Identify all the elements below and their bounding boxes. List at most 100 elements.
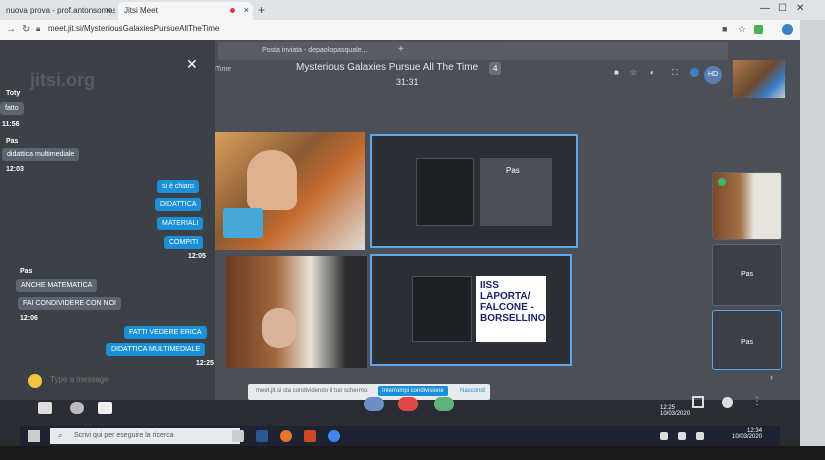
word-icon[interactable] bbox=[256, 430, 268, 442]
shared-screen-tile[interactable]: Pas bbox=[370, 134, 578, 248]
profile-avatar[interactable] bbox=[782, 24, 793, 35]
chat-message: ANCHE MATEMATICA bbox=[16, 279, 98, 292]
star-icon[interactable]: ☆ bbox=[738, 24, 746, 35]
raise-hand-icon[interactable] bbox=[70, 402, 84, 414]
chevron-right-icon[interactable]: › bbox=[770, 372, 773, 382]
back-icon[interactable]: → bbox=[6, 24, 16, 35]
recording-dot-icon bbox=[230, 8, 235, 13]
hangup-button[interactable] bbox=[398, 397, 418, 411]
msg-time: 12:25 bbox=[196, 360, 214, 367]
chat-message: DIDATTICA MULTIMEDIALE bbox=[106, 343, 206, 356]
close-icon[interactable]: × bbox=[244, 5, 249, 15]
msg-sender: Pas bbox=[6, 138, 19, 145]
msg-time: 12:03 bbox=[6, 166, 24, 173]
fullscreen-icon[interactable]: ⛶ bbox=[672, 68, 678, 78]
desktop-screen: nuova prova - prof.antonsomasi... × Jits… bbox=[0, 0, 825, 460]
taskbar-clock[interactable]: 12:34 10/03/2020 bbox=[732, 428, 762, 440]
chat-message: FAI CONDIVIDERE CON NOI bbox=[18, 297, 121, 310]
volume-icon[interactable] bbox=[696, 432, 704, 440]
local-video-thumbnail[interactable] bbox=[733, 60, 785, 98]
participant-face bbox=[247, 150, 297, 210]
chrome-icon[interactable] bbox=[328, 430, 340, 442]
hide-notice-button[interactable]: Nascondi bbox=[460, 388, 485, 394]
lock-icon: 🔒︎ bbox=[36, 24, 41, 33]
new-tab-icon: + bbox=[398, 44, 404, 55]
more-options-icon[interactable]: ⋮ bbox=[752, 396, 762, 407]
filmstrip-tile[interactable]: Pas bbox=[712, 244, 782, 306]
address-bar: → ↻ 🔒︎ meet.jit.si/MysteriousGalaxiesPur… bbox=[0, 20, 825, 40]
chat-message: fatto bbox=[0, 102, 24, 115]
shared-inner-video bbox=[416, 158, 474, 226]
task-view-icon[interactable] bbox=[232, 430, 244, 442]
participant-count-badge[interactable]: 4 bbox=[489, 62, 502, 75]
chat-message: COMPITI bbox=[164, 236, 204, 249]
jitsi-watermark: jitsi.org bbox=[30, 70, 96, 90]
chat-message-input[interactable] bbox=[50, 375, 210, 384]
chat-message: didattica multimediale bbox=[2, 148, 80, 161]
camera-icon[interactable]: ■ bbox=[722, 24, 727, 34]
shared-screen-tile[interactable]: IISS LAPORTA/ FALCONE - BORSELLINO bbox=[370, 254, 572, 366]
tab-label: Jitsi Meet bbox=[124, 6, 158, 15]
avatar[interactable]: HD bbox=[704, 66, 722, 84]
video-icon[interactable]: ■ bbox=[614, 68, 619, 77]
windows-start-icon[interactable] bbox=[28, 430, 40, 442]
msg-sender: Toty bbox=[6, 90, 21, 97]
window-close-icon[interactable]: ✕ bbox=[796, 3, 804, 14]
minimize-icon[interactable]: — bbox=[760, 3, 770, 14]
filmstrip-tile[interactable]: Pas bbox=[712, 310, 782, 370]
remote-video-tile[interactable] bbox=[215, 132, 365, 250]
windows-taskbar: ⌕ Scrivi qui per eseguire la ricerca 12:… bbox=[20, 426, 780, 446]
microphone-icon[interactable] bbox=[364, 397, 384, 411]
held-phone bbox=[223, 208, 263, 238]
close-icon[interactable]: × bbox=[106, 5, 111, 15]
powerpoint-icon[interactable] bbox=[304, 430, 316, 442]
tab-label: nuova prova - prof.antonsomasi... bbox=[6, 6, 115, 15]
network-icon[interactable] bbox=[678, 432, 686, 440]
msg-time: 12:06 bbox=[20, 315, 38, 322]
video-on-icon bbox=[718, 178, 726, 186]
url-field[interactable]: meet.jit.si/MysteriousGalaxiesPursueAllT… bbox=[48, 24, 219, 33]
new-tab-icon[interactable]: + bbox=[258, 3, 265, 17]
inner-taskbar-clock: 12:25 10/03/2020 bbox=[660, 405, 690, 417]
chat-input-bar bbox=[20, 372, 215, 392]
inner-date: 10/03/2020 bbox=[660, 411, 691, 417]
browser-tab-bar: nuova prova - prof.antonsomasi... × Jits… bbox=[0, 0, 825, 20]
filmstrip-label: Pas bbox=[741, 339, 754, 346]
stop-sharing-button[interactable]: Interrompi condivisione bbox=[378, 386, 448, 396]
meeting-timer: 31:31 bbox=[396, 77, 419, 87]
inner-tab-label: Posta inviata - depaolopasquale... bbox=[262, 47, 368, 54]
extension-icon[interactable] bbox=[754, 25, 763, 34]
msg-time: 12:05 bbox=[188, 253, 206, 260]
msg-time: 11:56 bbox=[2, 121, 20, 128]
chat-message: DIDATTICA bbox=[155, 198, 202, 211]
participant-face bbox=[262, 308, 296, 348]
clock-date: 10/03/2020 bbox=[732, 434, 763, 440]
remote-video-tile[interactable] bbox=[226, 256, 367, 368]
meeting-toolbar-left bbox=[30, 400, 130, 418]
camera-toggle-icon[interactable] bbox=[434, 397, 454, 411]
star-icon[interactable]: ☆ bbox=[630, 68, 637, 77]
tile-view-icon[interactable] bbox=[692, 396, 704, 408]
inner-profile-icon[interactable] bbox=[690, 68, 699, 77]
close-icon[interactable]: ✕ bbox=[186, 56, 198, 73]
tab-nuova-prova[interactable]: nuova prova - prof.antonsomasi... × bbox=[0, 2, 115, 20]
search-icon: ⌕ bbox=[58, 431, 63, 440]
msg-sender: Pas bbox=[20, 268, 33, 275]
tab-jitsi-meet[interactable]: Jitsi Meet × bbox=[118, 2, 253, 20]
firefox-icon[interactable] bbox=[280, 430, 292, 442]
screenshare-notice-text: meet.jit.si sta condividendo il tuo sche… bbox=[256, 388, 369, 394]
maximize-icon[interactable]: ☐ bbox=[778, 3, 787, 14]
filmstrip-tile[interactable] bbox=[712, 172, 782, 240]
chat-icon[interactable] bbox=[98, 402, 112, 414]
inner-browser-strip: Posta inviata - depaolopasquale... + bbox=[218, 42, 728, 60]
shared-inner-video: Pas bbox=[480, 158, 552, 226]
screenshare-icon[interactable] bbox=[38, 402, 52, 414]
chat-message: FATTI VEDERE ERICA bbox=[124, 326, 207, 339]
half-circle-icon[interactable]: ◐ bbox=[650, 68, 655, 77]
shared-inner-video bbox=[412, 276, 472, 342]
reload-icon[interactable]: ↻ bbox=[22, 24, 30, 35]
info-icon[interactable] bbox=[722, 397, 733, 408]
smiley-icon[interactable] bbox=[28, 374, 42, 388]
taskbar-search-box[interactable]: ⌕ Scrivi qui per eseguire la ricerca bbox=[50, 428, 240, 444]
tray-icon[interactable] bbox=[660, 432, 668, 440]
